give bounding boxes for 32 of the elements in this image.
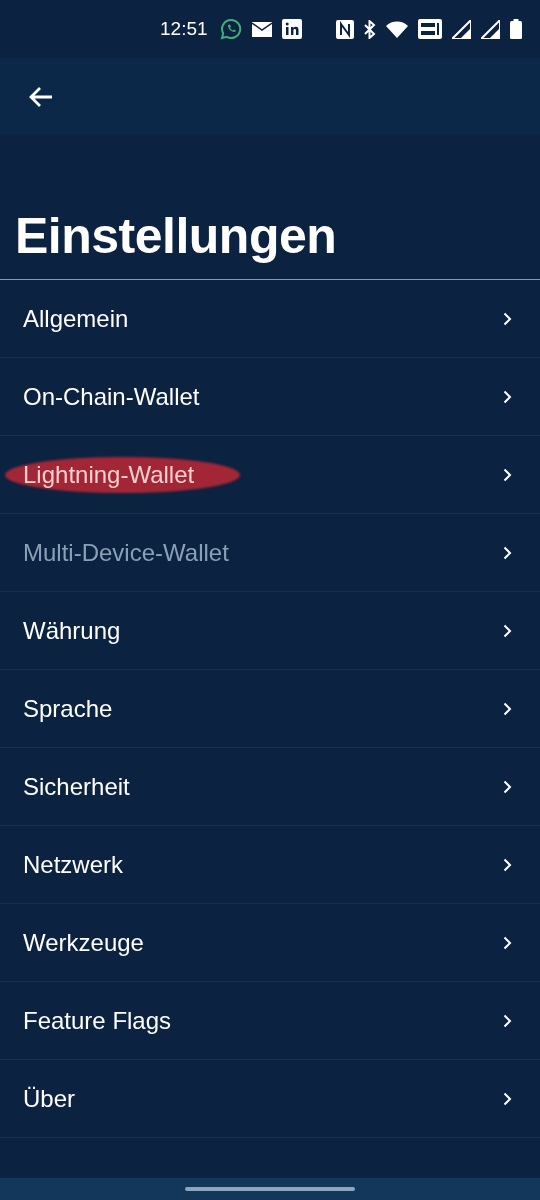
chat-bubble-icon — [219, 18, 242, 40]
settings-item[interactable]: Lightning-Wallet — [0, 436, 540, 514]
chevron-icon — [503, 545, 512, 560]
settings-item[interactable]: Feature Flags — [0, 982, 540, 1060]
status-time: 12:51 — [160, 18, 208, 40]
page-title: Einstellungen — [0, 135, 540, 280]
wifi-icon — [385, 20, 408, 38]
settings-item[interactable]: Allgemein — [0, 280, 540, 358]
signal-icon — [480, 19, 500, 39]
chevron-icon — [503, 701, 512, 716]
settings-item[interactable]: On-Chain-Wallet — [0, 358, 540, 436]
settings-item[interactable]: Sprache — [0, 670, 540, 748]
settings-item[interactable]: Werkzeuge — [0, 904, 540, 982]
chevron-icon — [503, 779, 512, 794]
chevron-icon — [503, 1013, 512, 1028]
settings-item[interactable]: Über — [0, 1060, 540, 1138]
settings-item[interactable]: Sicherheit — [0, 748, 540, 826]
signal-icon — [451, 19, 471, 39]
chevron-icon — [503, 311, 512, 326]
chevron-icon — [503, 857, 512, 872]
chevron-icon — [503, 935, 512, 950]
nfc-icon — [335, 19, 354, 39]
chevron-icon — [503, 467, 512, 482]
battery-icon — [509, 19, 522, 39]
settings-item[interactable]: Netzwerk — [0, 826, 540, 904]
chevron-icon — [503, 1091, 512, 1106]
mail-icon — [251, 21, 272, 37]
chevron-icon — [503, 623, 512, 638]
linkedin-icon — [281, 19, 302, 39]
chevron-icon — [503, 389, 512, 404]
bluetooth-icon — [363, 19, 376, 39]
settings-item[interactable]: Währung — [0, 592, 540, 670]
